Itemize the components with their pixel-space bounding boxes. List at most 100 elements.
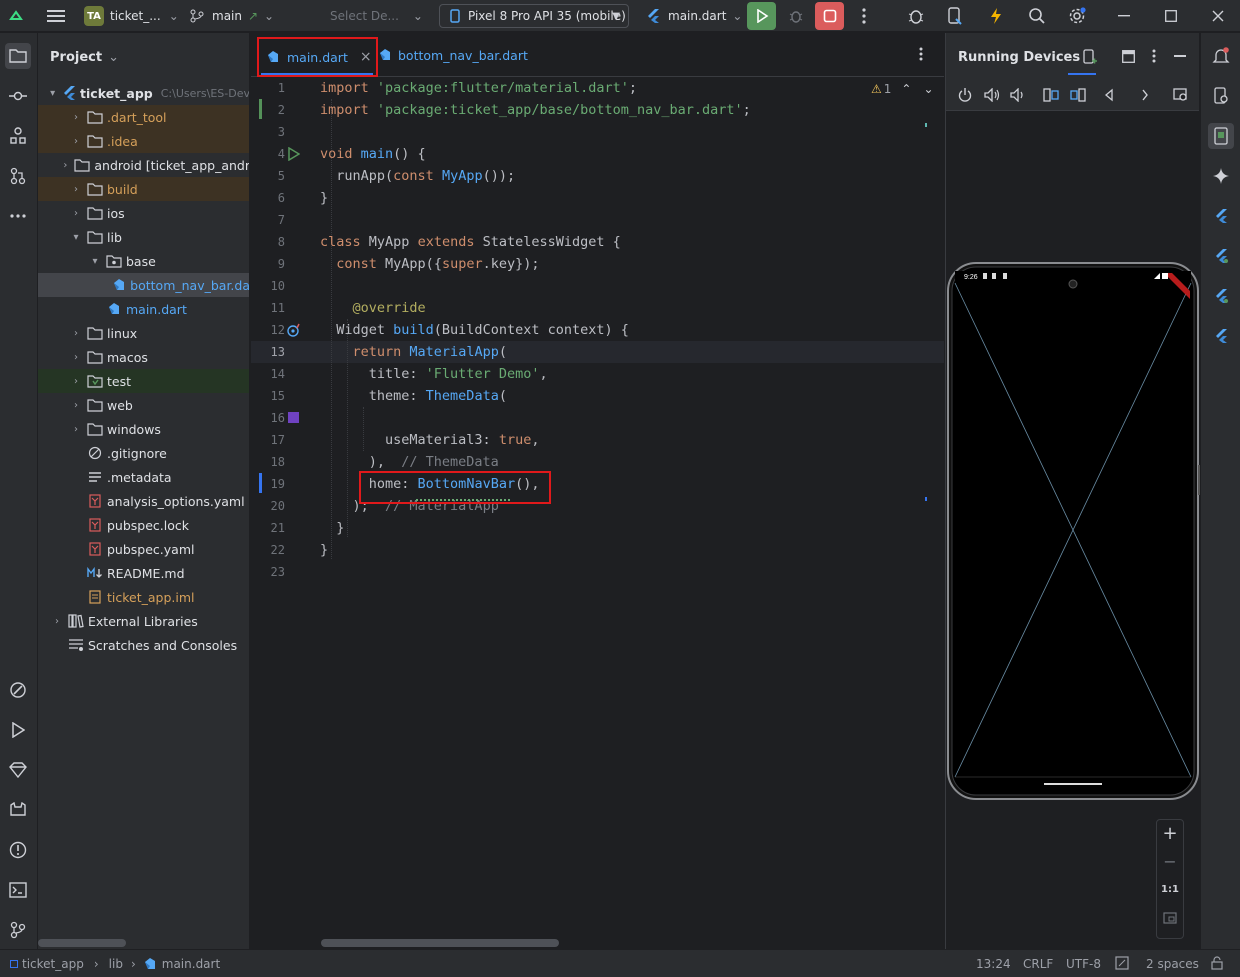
chevron-right-icon[interactable]: › — [69, 112, 83, 123]
lock-icon[interactable] — [1210, 956, 1224, 973]
problems-icon[interactable] — [5, 837, 31, 863]
chevron-right-icon[interactable]: › — [69, 136, 83, 147]
tree-item[interactable]: main.dart — [38, 297, 249, 321]
rotate-right-icon[interactable] — [1070, 88, 1086, 105]
chevron-right-icon[interactable]: › — [69, 352, 83, 363]
gem-icon[interactable] — [5, 757, 31, 783]
code-line[interactable]: @override — [320, 297, 940, 319]
tree-item[interactable]: › ios — [38, 201, 249, 225]
chevron-right-icon[interactable] — [1141, 88, 1149, 105]
tree-item[interactable]: › External Libraries — [38, 609, 249, 633]
file-encoding[interactable]: UTF-8 — [1066, 957, 1101, 971]
tree-item[interactable]: › web — [38, 393, 249, 417]
flutter-performance-icon[interactable] — [1208, 283, 1234, 309]
readonly-toggle-icon[interactable] — [1115, 956, 1129, 973]
code-line[interactable] — [320, 209, 940, 231]
tree-item[interactable]: › linux — [38, 321, 249, 345]
tree-item[interactable]: .gitignore — [38, 441, 249, 465]
device-manager-icon[interactable] — [904, 4, 928, 28]
breadcrumb-item[interactable]: lib — [109, 957, 123, 971]
flutter-devtools-icon[interactable] — [1208, 323, 1234, 349]
options-icon[interactable] — [1152, 49, 1156, 67]
phone-frame[interactable]: 9:26 — [946, 261, 1200, 801]
chevron-right-icon[interactable]: › — [50, 616, 64, 627]
run-gutter-icon[interactable] — [288, 146, 301, 164]
chevron-right-icon[interactable]: › — [69, 400, 83, 411]
terminal-icon[interactable] — [5, 877, 31, 903]
tree-item[interactable]: bottom_nav_bar.da — [38, 273, 249, 297]
horizontal-scrollbar[interactable] — [38, 939, 126, 947]
project-selector[interactable]: TA ticket_... ⌄ — [84, 0, 179, 32]
tree-item[interactable]: ▾ base — [38, 249, 249, 273]
tree-item[interactable]: pubspec.lock — [38, 513, 249, 537]
code-line[interactable]: } — [320, 517, 940, 539]
horizontal-scrollbar[interactable] — [321, 939, 559, 947]
more-actions-icon[interactable] — [852, 4, 876, 28]
color-swatch-icon[interactable] — [288, 412, 299, 423]
device-mirroring-icon[interactable] — [943, 4, 967, 28]
flutter-outline-icon[interactable] — [1208, 243, 1234, 269]
volume-up-icon[interactable] — [984, 87, 1000, 105]
close-window-icon[interactable] — [1206, 4, 1230, 28]
power-icon[interactable] — [958, 88, 972, 105]
code-line[interactable]: import 'package:ticket_app/base/bottom_n… — [320, 99, 940, 121]
structure-icon[interactable] — [5, 123, 31, 149]
hide-panel-icon[interactable] — [1174, 55, 1186, 57]
code-line[interactable]: class MyApp extends StatelessWidget { — [320, 231, 940, 253]
back-icon[interactable] — [1104, 88, 1114, 105]
tree-item[interactable]: › test — [38, 369, 249, 393]
chevron-down-icon[interactable]: ▾ — [47, 88, 58, 99]
code-line[interactable]: ), // ThemeData — [320, 451, 940, 473]
code-line[interactable] — [320, 121, 940, 143]
breadcrumb-item[interactable]: main.dart — [162, 957, 220, 971]
chevron-right-icon[interactable]: › — [60, 160, 70, 171]
device-selector[interactable]: Pixel 8 Pro API 35 (mobile) ▼ — [439, 4, 629, 28]
chevron-right-icon[interactable]: › — [69, 376, 83, 387]
commit-icon[interactable] — [5, 83, 31, 109]
tree-item[interactable]: › .dart_tool — [38, 105, 249, 129]
hot-reload-icon[interactable] — [984, 4, 1008, 28]
stop-button[interactable] — [815, 2, 844, 30]
code-line[interactable]: import 'package:flutter/material.dart'; — [320, 77, 940, 99]
split-view-icon[interactable] — [1122, 50, 1135, 67]
tree-item[interactable]: › .idea — [38, 129, 249, 153]
maximize-window-icon[interactable] — [1159, 4, 1183, 28]
code-line[interactable]: useMaterial3: true, — [320, 429, 940, 451]
code-line[interactable]: } — [320, 539, 940, 561]
pull-requests-icon[interactable] — [5, 163, 31, 189]
tree-item[interactable]: › build — [38, 177, 249, 201]
code-line[interactable]: } — [320, 187, 940, 209]
add-device-icon[interactable] — [1083, 49, 1097, 69]
vcs-branch-selector[interactable]: main ↗ ⌄ — [190, 0, 274, 32]
chevron-right-icon[interactable]: › — [69, 208, 83, 219]
line-separator[interactable]: CRLF — [1023, 957, 1053, 971]
device-screen[interactable]: 9:26 — [946, 261, 1201, 801]
tree-item[interactable]: ticket_app.iml — [38, 585, 249, 609]
device-file-explorer-icon[interactable] — [1208, 83, 1234, 109]
project-panel-header[interactable]: Project ⌄ — [38, 33, 249, 81]
code-line[interactable]: const MyApp({super.key}); — [320, 253, 940, 275]
code-area[interactable]: import 'package:flutter/material.dart'; i… — [320, 77, 940, 583]
code-line[interactable]: runApp(const MyApp()); — [320, 165, 940, 187]
tree-item[interactable]: ▾ ticket_app C:\Users\ES-Dev — [38, 81, 249, 105]
zoom-actual-size-button[interactable]: 1:1 — [1157, 876, 1183, 904]
code-line[interactable] — [320, 275, 940, 297]
code-line[interactable] — [320, 407, 940, 429]
screenshot-icon[interactable] — [1173, 88, 1189, 105]
chevron-down-icon[interactable]: ▾ — [88, 256, 102, 267]
tree-item[interactable]: pubspec.yaml — [38, 537, 249, 561]
run-tool-icon[interactable] — [5, 717, 31, 743]
code-line[interactable]: Widget build(BuildContext context) { — [320, 319, 940, 341]
indent-setting[interactable]: 2 spaces — [1146, 957, 1199, 971]
gemini-sparkle-icon[interactable] — [1208, 163, 1234, 189]
run-button[interactable] — [747, 2, 776, 30]
code-line[interactable]: theme: ThemeData( — [320, 385, 940, 407]
override-gutter-icon[interactable] — [287, 323, 301, 340]
fit-screen-icon[interactable] — [1157, 904, 1183, 932]
settings-gear-icon[interactable] — [1065, 4, 1089, 28]
zoom-in-button[interactable]: + — [1157, 820, 1183, 848]
search-icon[interactable] — [1025, 4, 1049, 28]
version-control-icon[interactable] — [5, 917, 31, 943]
code-line[interactable] — [320, 561, 940, 583]
debug-button[interactable] — [784, 4, 808, 28]
